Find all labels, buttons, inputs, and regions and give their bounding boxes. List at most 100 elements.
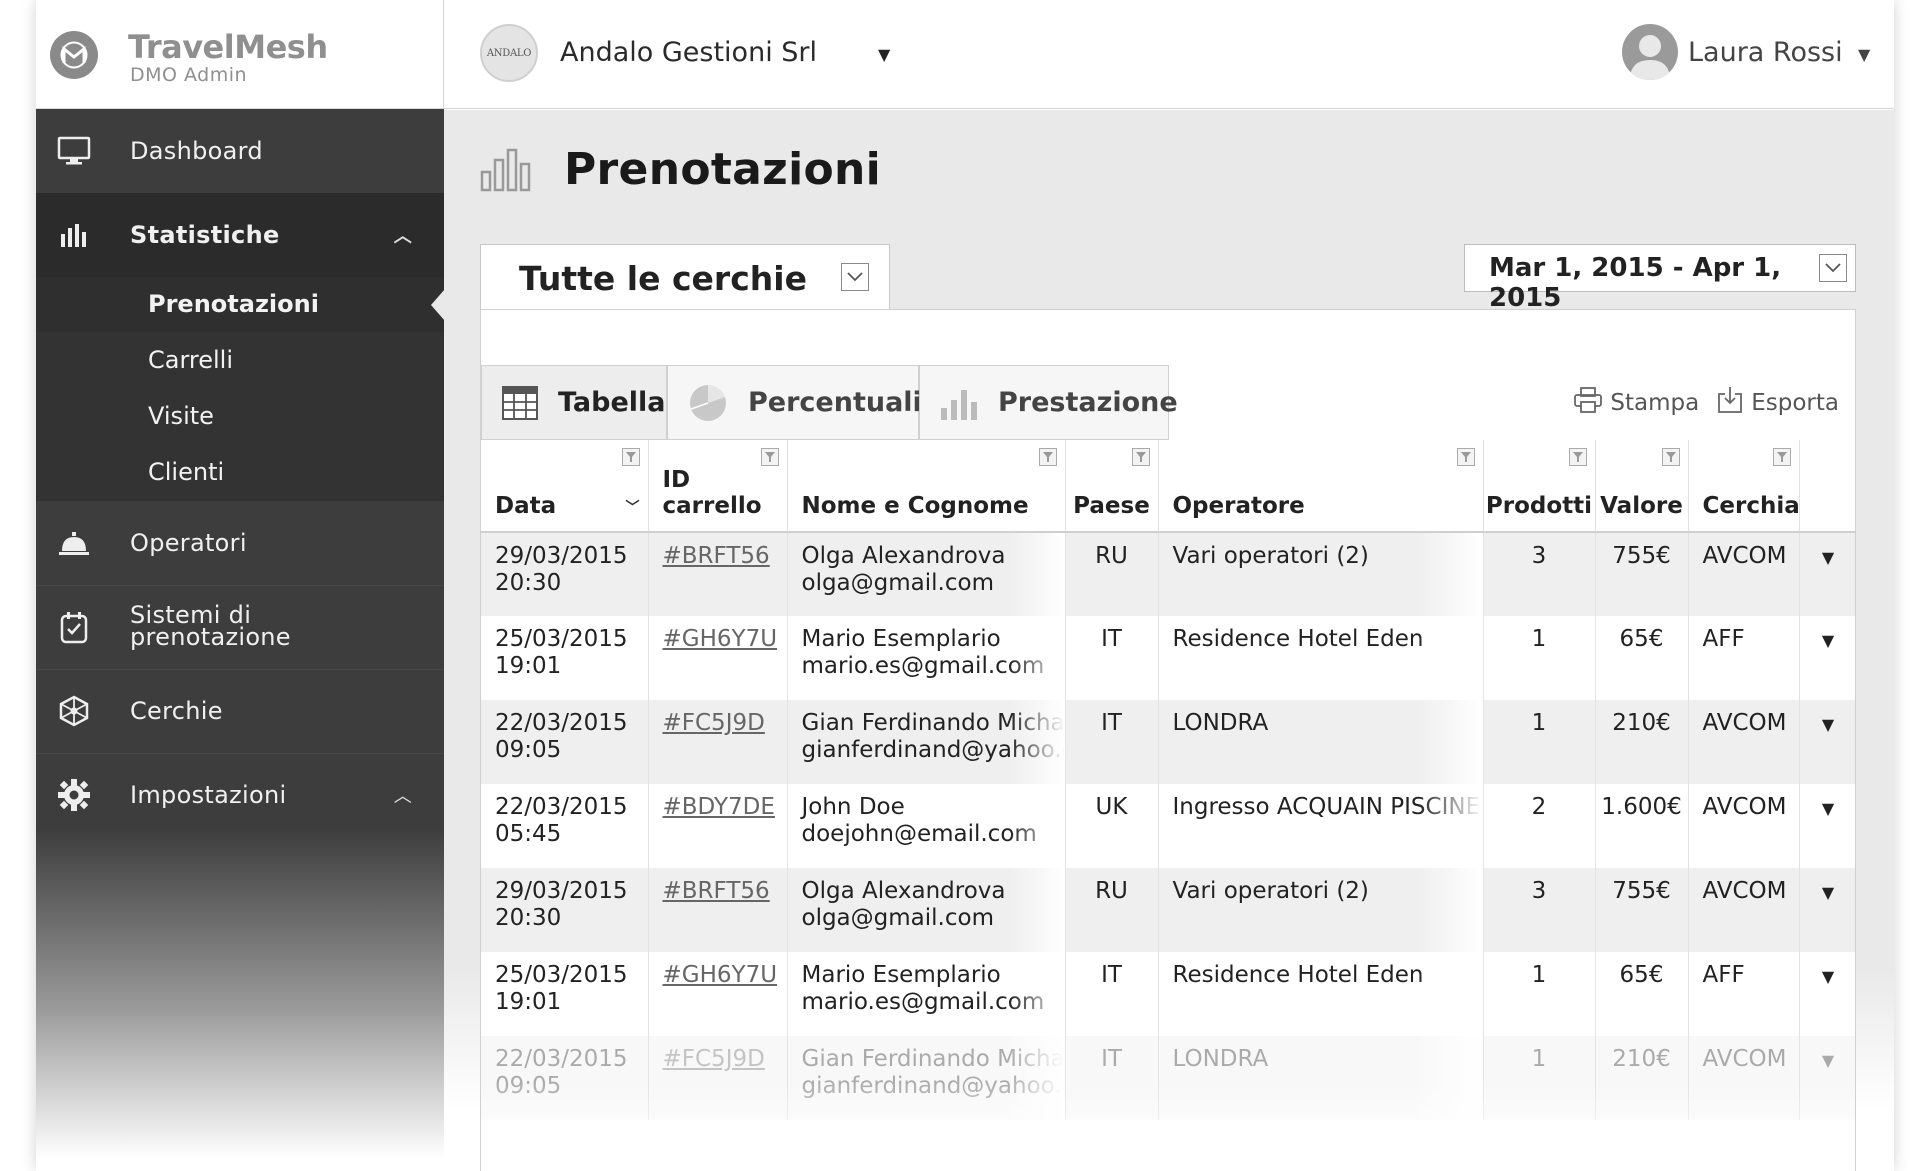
filter-icon[interactable] (1131, 448, 1150, 466)
filter-icon[interactable] (1661, 448, 1680, 466)
cart-id-link[interactable]: #BRFT56 (663, 878, 770, 904)
cell-products: 1 (1483, 616, 1596, 700)
row-expand[interactable]: ▼ (1799, 868, 1855, 952)
cell-products: 1 (1483, 700, 1596, 784)
download-icon (1717, 386, 1743, 420)
filter-icon[interactable] (1456, 448, 1475, 466)
organization-selector[interactable]: Andalo Gestioni Srl (560, 37, 817, 68)
column-header-valore[interactable]: Valore (1595, 440, 1689, 533)
cart-id-link[interactable]: #FC5J9D (663, 710, 765, 736)
cell-cart-id: #GH6Y7U (648, 616, 788, 700)
filter-icon[interactable] (621, 448, 640, 466)
filter-icon[interactable] (760, 448, 779, 466)
cart-id-link[interactable]: #FC5J9D (663, 1046, 765, 1072)
cell-circle: AVCOM (1688, 700, 1800, 784)
table-row[interactable]: 25/03/2015 19:01 #GH6Y7U Mario Esemplario ma… (481, 616, 1855, 700)
chevron-down-icon[interactable] (841, 263, 869, 291)
submenu-item-clienti[interactable]: Clienti (36, 445, 444, 500)
app-window: TravelMesh DMO Admin Dashboard Statistic… (36, 0, 1894, 1171)
column-header-data[interactable]: Data ﹀ (481, 440, 649, 533)
user-menu[interactable]: Laura Rossi (1688, 37, 1843, 68)
row-expand[interactable]: ▼ (1799, 784, 1855, 868)
sidebar-item-statistiche[interactable]: Statistiche ︿ (36, 193, 444, 277)
row-expand[interactable]: ▼ (1799, 952, 1855, 1036)
filter-icon[interactable] (1772, 448, 1791, 466)
table-row[interactable]: 22/03/2015 05:45 #BDY7DE John Doe doejohn@em… (481, 784, 1855, 868)
sidebar-item-cerchie[interactable]: Cerchie (36, 669, 444, 753)
bar-chart-icon (940, 386, 978, 420)
sort-down-icon[interactable]: ﹀ (626, 497, 640, 517)
sidebar-item-label: Cerchie (130, 697, 223, 725)
cart-id-link[interactable]: #BRFT56 (663, 543, 770, 569)
cell-country: RU (1065, 868, 1159, 952)
cell-circle: AVCOM (1688, 784, 1800, 868)
bar-chart-icon (54, 215, 94, 255)
row-expand[interactable]: ▼ (1799, 616, 1855, 700)
tab-label: Prestazione (998, 387, 1178, 418)
table-row[interactable]: 29/03/2015 20:30 #BRFT56 Olga Alexandrova ol… (481, 868, 1855, 952)
submenu-item-visite[interactable]: Visite (36, 389, 444, 444)
column-header-prodotti[interactable]: Prodotti (1483, 440, 1596, 533)
sidebar-item-dashboard[interactable]: Dashboard (36, 109, 444, 193)
tab-tabella[interactable]: Tabella (481, 365, 667, 440)
caret-down-icon[interactable]: ▼ (878, 45, 890, 64)
print-button[interactable]: Stampa (1574, 386, 1699, 420)
brand-header[interactable]: TravelMesh DMO Admin (36, 0, 444, 109)
caret-down-icon[interactable]: ▼ (1858, 45, 1870, 64)
avatar[interactable] (1622, 24, 1678, 80)
row-expand[interactable]: ▼ (1799, 532, 1855, 616)
sidebar-item-operatori[interactable]: Operatori (36, 501, 444, 585)
calendar-check-icon (54, 607, 94, 647)
caret-down-icon[interactable]: ▼ (1822, 548, 1834, 567)
brand-subtitle: DMO Admin (130, 64, 248, 86)
filter-icon[interactable] (1568, 448, 1587, 466)
column-header-id-carrello[interactable]: ID carrello (648, 440, 788, 533)
cell-cart-id: #BRFT56 (648, 532, 788, 616)
sidebar-item-label: Statistiche (130, 221, 280, 249)
cart-id-link[interactable]: #GH6Y7U (663, 962, 778, 988)
sidebar-item-label: Dashboard (130, 137, 263, 165)
caret-down-icon[interactable]: ▼ (1822, 715, 1834, 734)
column-header-nome[interactable]: Nome e Cognome (787, 440, 1066, 533)
caret-down-icon[interactable]: ▼ (1822, 799, 1834, 818)
cell-value: 65€ (1595, 952, 1689, 1036)
caret-down-icon[interactable]: ▼ (1822, 1051, 1834, 1070)
sidebar-item-sistemi-prenotazione[interactable]: Sistemi di prenotazione (36, 585, 444, 669)
column-header-paese[interactable]: Paese (1065, 440, 1159, 533)
cart-id-link[interactable]: #GH6Y7U (663, 626, 778, 652)
cell-date: 25/03/2015 19:01 (481, 952, 649, 1036)
cell-value: 65€ (1595, 616, 1689, 700)
submenu-label: Prenotazioni (148, 290, 319, 318)
export-button[interactable]: Esporta (1717, 386, 1839, 420)
table-row[interactable]: 22/03/201509:05 #FC5J9D Gian Ferdinando Mi… (481, 700, 1855, 784)
column-header-operatore[interactable]: Operatore (1158, 440, 1484, 533)
cart-id-link[interactable]: #BDY7DE (663, 794, 775, 820)
date-range-select[interactable]: Mar 1, 2015 - Apr 1, 2015 (1464, 244, 1856, 313)
cell-country: IT (1065, 616, 1159, 700)
sidebar-item-impostazioni[interactable]: Impostazioni ︿ (36, 753, 444, 837)
row-expand[interactable]: ▼ (1799, 700, 1855, 784)
caret-down-icon[interactable]: ▼ (1822, 631, 1834, 650)
tab-label: Percentuali (748, 387, 922, 418)
column-header-cerchia[interactable]: Cerchia (1688, 440, 1800, 533)
tab-percentuali[interactable]: Percentuali (667, 365, 922, 440)
bookings-panel: Tabella Percentuali Prestazione Stampa E… (480, 309, 1856, 1171)
cell-circle: AFF (1688, 616, 1800, 700)
table-row[interactable]: 29/03/2015 20:30 #BRFT56 Olga Alexandrova ol… (481, 532, 1855, 616)
brand-name: TravelMesh (128, 28, 328, 66)
chevron-up-icon: ︿ (393, 226, 412, 247)
bookings-table: Data ﹀ ID carrello Nome e Cognome Paese O… (481, 440, 1855, 1171)
cell-value: 755€ (1595, 868, 1689, 952)
caret-down-icon[interactable]: ▼ (1822, 967, 1834, 986)
submenu-item-prenotazioni[interactable]: Prenotazioni (36, 277, 445, 332)
export-label: Esporta (1751, 390, 1839, 416)
caret-down-icon[interactable]: ▼ (1822, 883, 1834, 902)
table-row[interactable]: 25/03/2015 19:01 #GH6Y7U Mario Esemplario ma… (481, 952, 1855, 1036)
circle-filter-select[interactable]: Tutte le cerchie (480, 244, 890, 310)
chevron-down-icon[interactable] (1819, 254, 1847, 282)
tab-prestazione[interactable]: Prestazione (919, 365, 1178, 440)
chevron-up-icon: ︿ (393, 786, 412, 807)
filter-icon[interactable] (1038, 448, 1057, 466)
cell-date: 29/03/2015 20:30 (481, 868, 649, 952)
submenu-item-carrelli[interactable]: Carrelli (36, 333, 444, 388)
